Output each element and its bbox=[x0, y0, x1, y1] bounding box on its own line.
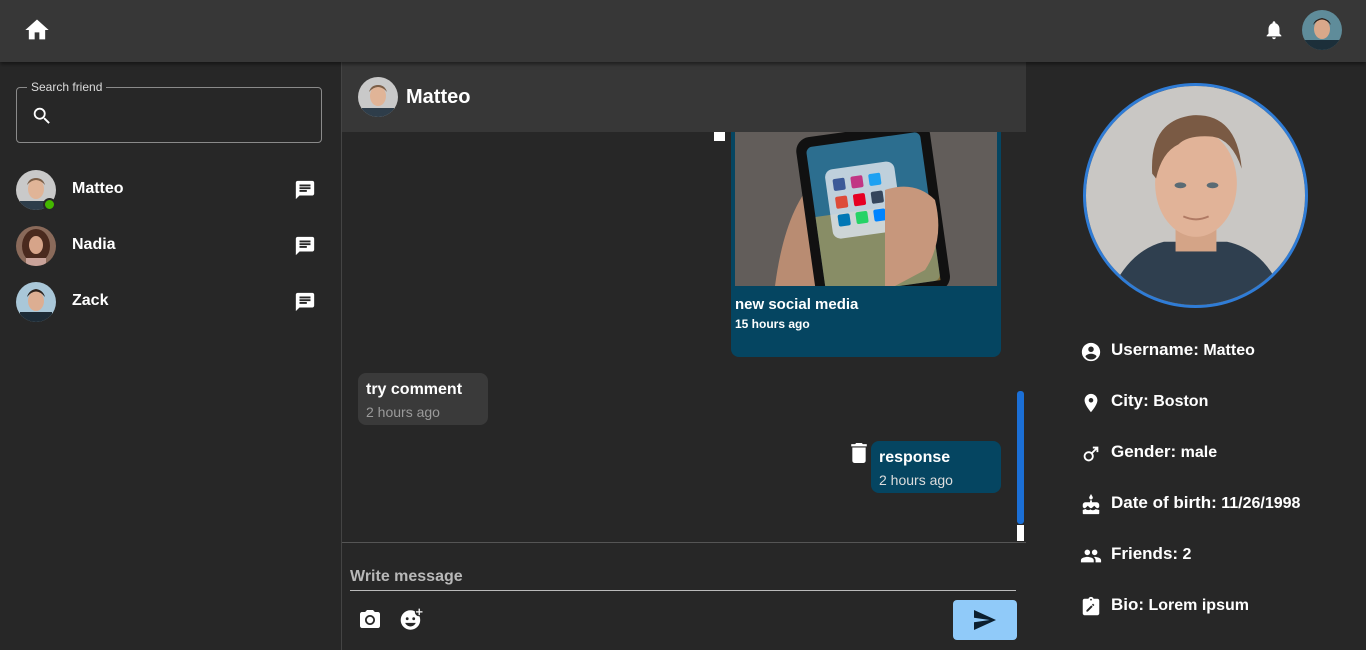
message-time: 15 hours ago bbox=[735, 317, 810, 331]
friend-item-nadia[interactable]: Nadia bbox=[0, 218, 342, 274]
dob-label: Date of birth: bbox=[1111, 493, 1217, 512]
city-label: City: bbox=[1111, 391, 1149, 410]
friend-item-zack[interactable]: Zack bbox=[0, 274, 342, 330]
send-icon bbox=[974, 610, 996, 630]
avatar bbox=[16, 282, 56, 322]
friend-name: Nadia bbox=[72, 236, 116, 253]
search-field[interactable]: Search friend bbox=[16, 80, 322, 143]
message-time: 2 hours ago bbox=[879, 472, 953, 488]
gender-value: male bbox=[1180, 444, 1218, 461]
chat-icon[interactable] bbox=[294, 235, 316, 257]
message-text: try comment bbox=[366, 381, 463, 398]
avatar bbox=[16, 226, 56, 266]
message-bubble-own: response 2 hours ago bbox=[871, 441, 1001, 493]
top-app-bar bbox=[0, 0, 1366, 62]
message-text: response bbox=[879, 449, 951, 466]
online-status-badge bbox=[43, 198, 56, 211]
dob-value: 11/26/1998 bbox=[1221, 495, 1301, 512]
search-input[interactable] bbox=[63, 98, 313, 132]
username-value: Matteo bbox=[1203, 342, 1255, 359]
message-list[interactable]: new social media 15 hours ago try commen… bbox=[342, 132, 1026, 542]
message-text: new social media bbox=[735, 296, 859, 313]
send-button[interactable] bbox=[953, 600, 1017, 640]
bio-label: Bio: bbox=[1111, 595, 1145, 614]
gender-label: Gender: bbox=[1111, 442, 1177, 461]
delete-handle[interactable] bbox=[714, 132, 725, 141]
avatar bbox=[358, 77, 398, 117]
user-avatar[interactable] bbox=[1302, 10, 1342, 50]
friend-name: Zack bbox=[72, 292, 109, 309]
message-bubble-own: new social media 15 hours ago bbox=[731, 132, 1001, 357]
account-circle-icon bbox=[1081, 342, 1101, 362]
chat-panel: Matteo new social media 15 hours ago try… bbox=[342, 62, 1026, 650]
scrollbar-end bbox=[1017, 525, 1024, 541]
city-value: Boston bbox=[1153, 393, 1209, 410]
message-composer bbox=[342, 542, 1026, 650]
profile-avatar bbox=[1083, 83, 1308, 308]
people-icon bbox=[1080, 549, 1102, 563]
friends-count: 2 bbox=[1182, 546, 1192, 563]
bell-icon[interactable] bbox=[1263, 19, 1285, 41]
assignment-icon bbox=[1082, 596, 1100, 616]
scrollbar-thumb[interactable] bbox=[1017, 391, 1024, 524]
home-icon[interactable] bbox=[22, 16, 52, 44]
message-bubble-other: try comment 2 hours ago bbox=[358, 373, 488, 425]
trash-icon[interactable] bbox=[850, 443, 868, 463]
cake-icon bbox=[1082, 494, 1100, 515]
male-icon bbox=[1083, 446, 1099, 462]
friend-item-matteo[interactable]: Matteo bbox=[0, 162, 342, 218]
location-pin-icon bbox=[1084, 393, 1098, 413]
friend-name: Matteo bbox=[72, 180, 124, 197]
chat-icon[interactable] bbox=[294, 179, 316, 201]
chat-header: Matteo bbox=[342, 62, 1026, 132]
camera-icon[interactable] bbox=[358, 608, 382, 632]
emoji-add-icon[interactable] bbox=[398, 607, 424, 633]
message-input[interactable] bbox=[350, 563, 1016, 591]
chat-icon[interactable] bbox=[294, 291, 316, 313]
message-time: 2 hours ago bbox=[366, 404, 440, 420]
profile-panel: Username: Matteo City: Boston Gender: ma… bbox=[1026, 62, 1366, 650]
post-image bbox=[735, 132, 997, 286]
friends-label: Friends: bbox=[1111, 544, 1179, 563]
search-icon bbox=[33, 107, 50, 124]
search-label: Search friend bbox=[27, 80, 107, 94]
friends-sidebar: Search friend Matteo Nadia Zack bbox=[0, 62, 342, 650]
chat-partner-name: Matteo bbox=[406, 86, 471, 108]
bio-value: Lorem ipsum bbox=[1148, 597, 1249, 614]
username-label: Username: bbox=[1111, 340, 1199, 359]
